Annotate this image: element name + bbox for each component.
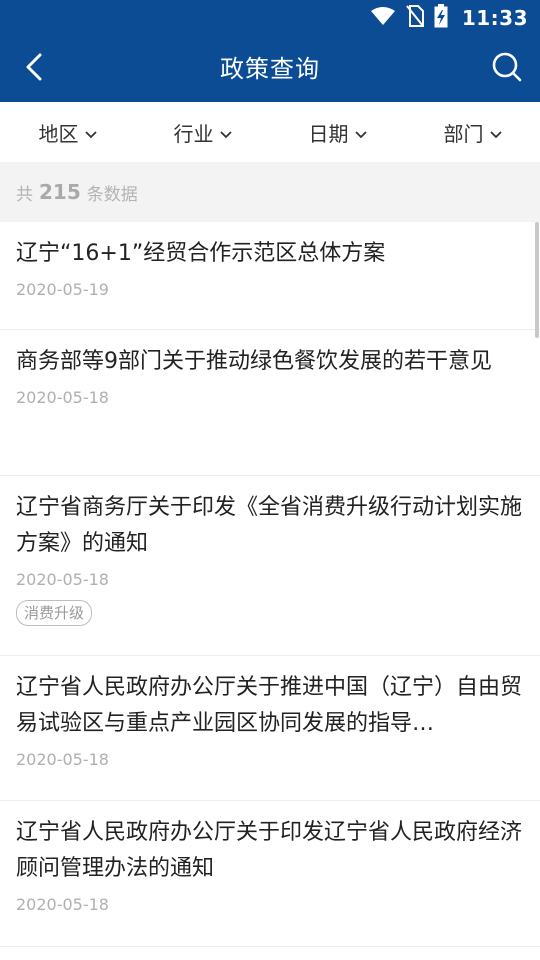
- item-title: 辽宁省商务厅关于印发《全省消费升级行动计划实施方案》的通知: [16, 495, 523, 556]
- filter-industry[interactable]: 行业: [135, 118, 270, 147]
- item-date: 2020-05-18: [16, 570, 109, 589]
- item-title: 商务部等9部门关于推动绿色餐饮发展的若干意见: [16, 349, 492, 374]
- status-time: 11:33: [461, 6, 528, 30]
- count-prefix: 共: [16, 184, 33, 205]
- status-bar: 11:33: [0, 0, 540, 36]
- filter-bar: 地区 行业 日期 部门: [0, 102, 540, 162]
- no-sim-icon: [406, 5, 424, 31]
- wifi-icon: [370, 6, 396, 30]
- battery-charging-icon: [434, 4, 448, 32]
- status-icons: 11:33: [370, 0, 528, 36]
- list-item[interactable]: 辽宁省人民政府办公厅关于印发辽宁省人民政府经济顾问管理办法的通知 2020-05…: [0, 801, 540, 947]
- item-tag: 消费升级: [16, 600, 93, 626]
- chevron-down-icon: [489, 120, 502, 144]
- count-number: 215: [39, 180, 81, 204]
- item-date: 2020-05-18: [16, 750, 109, 769]
- filter-department[interactable]: 部门: [405, 118, 540, 147]
- back-button[interactable]: [12, 46, 56, 92]
- list-item[interactable]: 辽宁省人民政府办公厅关于推进中国（辽宁）自由贸易试验区与重点产业园区协同发展的指…: [0, 656, 540, 801]
- count-suffix: 条数据: [86, 184, 138, 205]
- filter-date[interactable]: 日期: [270, 118, 405, 147]
- policy-list: 辽宁“16+1”经贸合作示范区总体方案 2020-05-19 商务部等9部门关于…: [0, 222, 540, 960]
- result-count: 共 215 条数据: [0, 162, 540, 222]
- chevron-down-icon: [354, 120, 367, 144]
- scrollbar-thumb[interactable]: [535, 222, 539, 338]
- back-arrow-icon: [23, 52, 45, 86]
- list-item[interactable]: 辽宁省商务厅关于印发《全省消费升级行动计划实施方案》的通知 2020-05-18…: [0, 476, 540, 656]
- search-icon: [492, 52, 522, 86]
- filter-label: 部门: [443, 121, 484, 146]
- item-title: 辽宁“16+1”经贸合作示范区总体方案: [16, 241, 386, 266]
- item-date: 2020-05-18: [16, 895, 109, 914]
- filter-label: 地区: [38, 121, 79, 146]
- filter-label: 日期: [308, 121, 349, 146]
- item-date: 2020-05-19: [16, 280, 109, 299]
- filter-label: 行业: [173, 121, 214, 146]
- chevron-down-icon: [219, 120, 232, 144]
- item-date: 2020-05-18: [16, 388, 109, 407]
- filter-region[interactable]: 地区: [0, 118, 135, 147]
- app-bar: 政策查询: [0, 36, 540, 102]
- item-title: 辽宁省人民政府办公厅关于印发辽宁省人民政府经济顾问管理办法的通知: [16, 820, 523, 881]
- chevron-down-icon: [84, 120, 97, 144]
- page-title: 政策查询: [220, 55, 320, 83]
- search-button[interactable]: [484, 46, 530, 92]
- list-item[interactable]: 商务部等9部门关于推动绿色餐饮发展的若干意见 2020-05-18: [0, 330, 540, 476]
- item-title: 辽宁省人民政府办公厅关于推进中国（辽宁）自由贸易试验区与重点产业园区协同发展的指…: [16, 675, 523, 736]
- list-item[interactable]: 辽宁“16+1”经贸合作示范区总体方案 2020-05-19: [0, 222, 540, 330]
